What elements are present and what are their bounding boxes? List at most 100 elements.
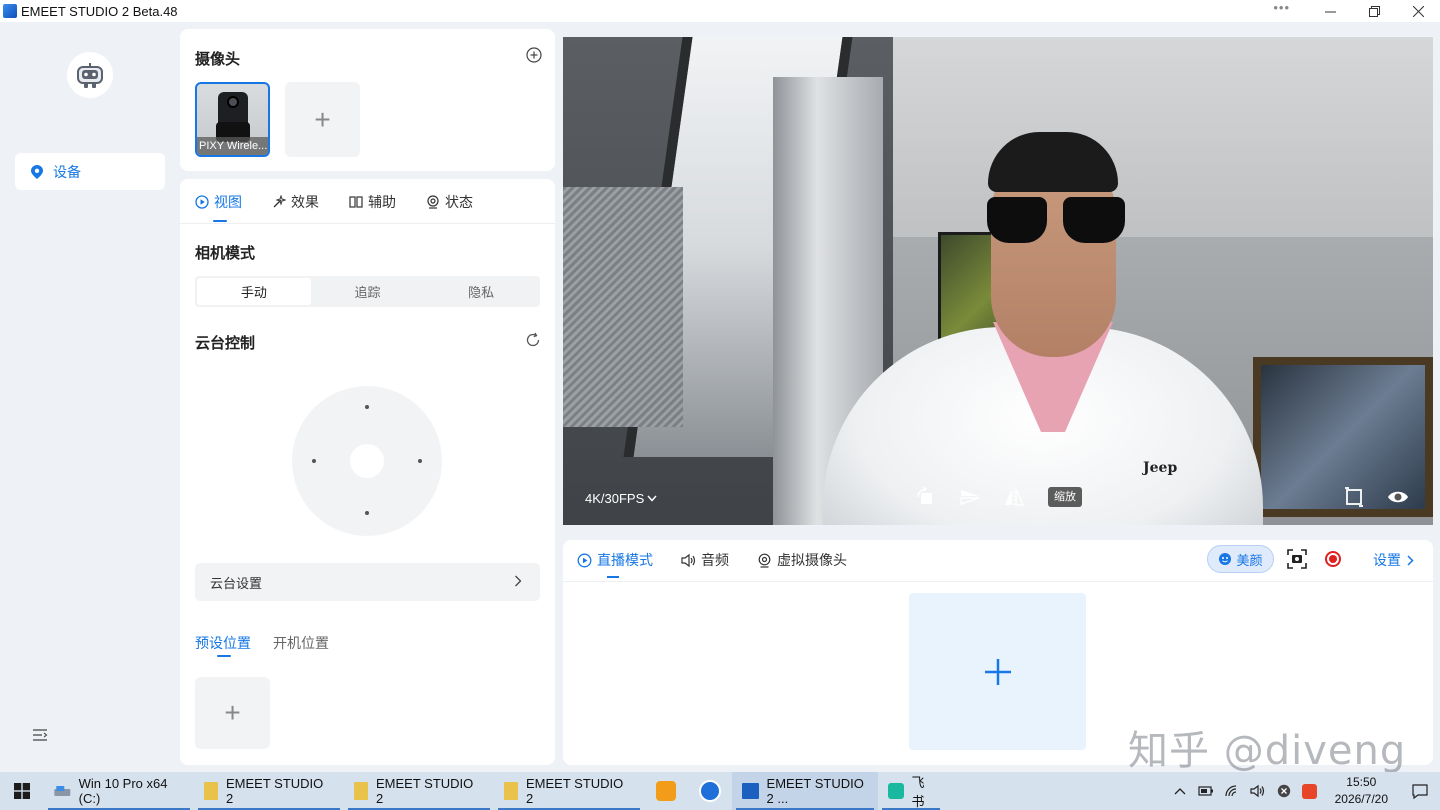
avatar[interactable] bbox=[67, 52, 113, 98]
tab-effects-label: 效果 bbox=[291, 194, 319, 210]
title-bar: EMEET STUDIO 2 Beta.48 ••• bbox=[0, 0, 1440, 22]
tab-preset-position[interactable]: 预设位置 bbox=[195, 633, 251, 657]
taskbar-item-folder-2[interactable]: EMEET STUDIO 2 bbox=[344, 772, 494, 810]
beauty-button[interactable]: 美颜 bbox=[1207, 545, 1274, 573]
volume-icon bbox=[1250, 784, 1264, 798]
more-options-icon[interactable]: ••• bbox=[1273, 0, 1290, 15]
battery-tray-icon[interactable] bbox=[1193, 772, 1219, 810]
add-camera-icon[interactable] bbox=[526, 47, 542, 63]
volume-tray-icon[interactable] bbox=[1245, 772, 1271, 810]
taskbar-item-label: EMEET STUDIO 2 bbox=[375, 776, 474, 806]
refresh-icon[interactable] bbox=[525, 332, 541, 348]
sidebar-item-label: 设备 bbox=[53, 163, 81, 180]
robot-avatar-icon bbox=[77, 63, 103, 88]
tab-live-mode[interactable]: 直播模式 bbox=[577, 550, 653, 578]
mode-manual[interactable]: 手动 bbox=[197, 278, 311, 305]
plus-icon: + bbox=[224, 697, 241, 728]
chevron-down-icon bbox=[647, 495, 657, 502]
minimize-button[interactable] bbox=[1308, 0, 1352, 22]
notification-center-button[interactable] bbox=[1400, 772, 1440, 810]
gimbal-settings-label: 云台设置 bbox=[210, 575, 263, 591]
play-circle-icon bbox=[577, 553, 592, 567]
magic-wand-icon bbox=[273, 195, 286, 208]
flip-vertical-icon[interactable] bbox=[959, 487, 981, 507]
camera-lens bbox=[227, 96, 239, 108]
camera-mode-selector: 手动 追踪 隐私 bbox=[195, 276, 540, 307]
joystick-down-dot[interactable] bbox=[365, 511, 369, 515]
status-tray-icon[interactable] bbox=[1271, 772, 1297, 810]
taskbar-clock[interactable]: 15:50 2026/7/20 bbox=[1323, 774, 1400, 808]
taskbar-item-label: EMEET STUDIO 2 bbox=[225, 776, 324, 806]
gimbal-joystick[interactable] bbox=[292, 386, 442, 536]
add-preset-button[interactable]: + bbox=[195, 677, 270, 749]
taskbar-item-feishu[interactable]: 飞书 bbox=[878, 772, 944, 810]
gimbal-settings-button[interactable]: 云台设置 bbox=[195, 563, 540, 601]
preview-sunglasses-right bbox=[1063, 197, 1125, 243]
columns-icon bbox=[349, 196, 363, 208]
fullscreen-icon[interactable] bbox=[1343, 487, 1365, 507]
folder-icon bbox=[504, 782, 518, 800]
taskbar-app-orange[interactable] bbox=[644, 772, 688, 810]
tab-view[interactable]: 视图 bbox=[195, 192, 242, 222]
add-camera-button[interactable]: + bbox=[285, 82, 360, 157]
taskbar-item-folder-1[interactable]: EMEET STUDIO 2 bbox=[194, 772, 344, 810]
tab-effects[interactable]: 效果 bbox=[272, 192, 319, 212]
window-title: EMEET STUDIO 2 Beta.48 bbox=[21, 3, 178, 19]
close-icon bbox=[1412, 5, 1424, 17]
show-hidden-icons-button[interactable] bbox=[1167, 772, 1193, 810]
network-tray-icon[interactable] bbox=[1219, 772, 1245, 810]
tab-assist[interactable]: 辅助 bbox=[349, 192, 396, 212]
start-button[interactable] bbox=[0, 772, 44, 810]
camera-card-label: PIXY Wirele... bbox=[197, 137, 268, 155]
system-tray: 15:50 2026/7/20 bbox=[1167, 772, 1440, 810]
emeet-app-icon bbox=[3, 4, 17, 18]
mirror-icon[interactable] bbox=[1003, 487, 1025, 507]
folder-icon bbox=[204, 782, 218, 800]
tab-virtual-camera-label: 虚拟摄像头 bbox=[777, 552, 847, 568]
taskbar-app-browser[interactable] bbox=[688, 772, 732, 810]
record-button[interactable] bbox=[1325, 551, 1341, 567]
sidebar-item-device[interactable]: 设备 bbox=[15, 153, 165, 190]
taskbar-item-drive[interactable]: Win 10 Pro x64 (C:) bbox=[44, 772, 194, 810]
notification-icon bbox=[1412, 783, 1428, 799]
tab-status-label: 状态 bbox=[445, 194, 473, 210]
screenshot-icon[interactable] bbox=[1287, 549, 1307, 569]
eye-icon[interactable] bbox=[1387, 487, 1409, 507]
sogou-input-icon bbox=[1302, 783, 1318, 799]
tab-audio[interactable]: 音频 bbox=[681, 550, 729, 570]
taskbar-item-label: EMEET STUDIO 2 bbox=[525, 776, 624, 806]
taskbar-item-folder-3[interactable]: EMEET STUDIO 2 bbox=[494, 772, 644, 810]
tab-startup-position[interactable]: 开机位置 bbox=[273, 633, 329, 653]
preview-sunglasses-left bbox=[987, 197, 1047, 243]
tab-virtual-camera[interactable]: 虚拟摄像头 bbox=[757, 550, 847, 570]
chevron-right-icon bbox=[515, 575, 522, 587]
joystick-right-dot[interactable] bbox=[418, 459, 422, 463]
rotate-icon[interactable] bbox=[915, 487, 937, 507]
taskbar-item-emeet[interactable]: EMEET STUDIO 2 ... bbox=[732, 772, 878, 810]
camera-preview[interactable]: Jeep 4K/30FPS 缩放 bbox=[563, 37, 1433, 525]
close-button[interactable] bbox=[1396, 0, 1440, 22]
restore-button[interactable] bbox=[1352, 0, 1396, 22]
joystick-knob[interactable] bbox=[350, 444, 384, 478]
tab-status[interactable]: 状态 bbox=[426, 192, 473, 212]
add-scene-button[interactable] bbox=[909, 593, 1086, 750]
divider bbox=[180, 223, 555, 224]
mode-privacy[interactable]: 隐私 bbox=[424, 278, 538, 305]
joystick-up-dot[interactable] bbox=[365, 405, 369, 409]
settings-link[interactable]: 设置 bbox=[1373, 550, 1414, 570]
tab-view-label: 视图 bbox=[214, 194, 242, 210]
camera-card-pixy[interactable]: PIXY Wirele... bbox=[195, 82, 270, 157]
taskbar-item-label: EMEET STUDIO 2 ... bbox=[766, 776, 864, 806]
zoom-button[interactable]: 缩放 bbox=[1048, 487, 1082, 507]
mode-tracking[interactable]: 追踪 bbox=[311, 278, 425, 305]
input-method-tray-icon[interactable] bbox=[1297, 772, 1323, 810]
joystick-left-dot[interactable] bbox=[312, 459, 316, 463]
battery-icon bbox=[1198, 786, 1213, 796]
divider bbox=[563, 581, 1433, 582]
clock-time: 15:50 bbox=[1346, 775, 1377, 789]
tab-audio-label: 音频 bbox=[701, 552, 729, 568]
watermark: 知乎 @diveng bbox=[1128, 728, 1407, 774]
menu-list-icon[interactable] bbox=[32, 728, 48, 742]
resolution-dropdown[interactable]: 4K/30FPS bbox=[585, 491, 657, 506]
app-orange-icon bbox=[656, 781, 676, 801]
